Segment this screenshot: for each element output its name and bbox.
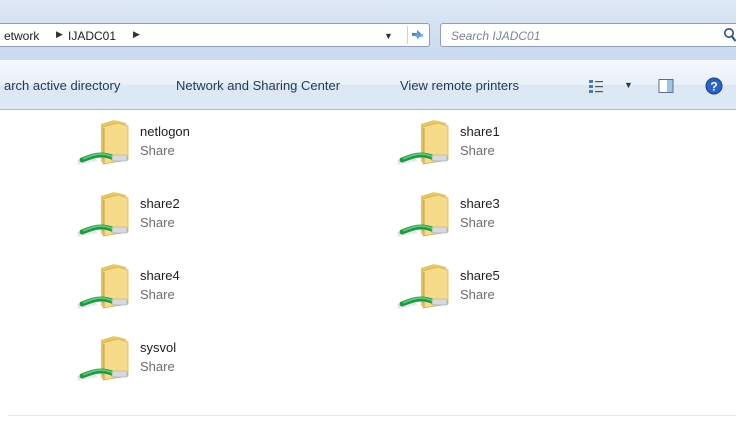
- breadcrumb-separator-icon[interactable]: ▶: [56, 29, 63, 40]
- view-remote-printers-button[interactable]: View remote printers: [400, 78, 519, 93]
- share-type: Share: [140, 287, 175, 302]
- network-share-folder-icon: [76, 264, 129, 310]
- share-item-share2[interactable]: share2 Share: [74, 190, 334, 246]
- refresh-icon: [412, 30, 423, 39]
- share-item-share4[interactable]: share4 Share: [74, 262, 334, 318]
- search-input[interactable]: Search IJADC01: [440, 23, 736, 47]
- share-name: sysvol: [140, 340, 177, 355]
- network-share-folder-icon: [76, 192, 129, 238]
- search-active-directory-button[interactable]: arch active directory: [4, 78, 120, 93]
- breadcrumb-separator-icon[interactable]: ▶: [133, 29, 140, 40]
- divider: [8, 415, 736, 416]
- views-dropdown-icon[interactable]: ▼: [624, 80, 633, 90]
- search-placeholder: Search IJADC01: [451, 29, 541, 43]
- share-type: Share: [140, 359, 175, 374]
- file-view: netlogon Share share1 Share share2 Share: [0, 110, 736, 421]
- share-name: share1: [460, 124, 500, 139]
- refresh-button[interactable]: [407, 26, 427, 44]
- network-share-folder-icon: [396, 120, 449, 166]
- breadcrumb-server[interactable]: IJADC01: [68, 29, 116, 43]
- share-item-sysvol[interactable]: sysvol Share: [74, 334, 334, 390]
- help-icon[interactable]: ?: [705, 77, 723, 95]
- share-type: Share: [140, 215, 175, 230]
- share-name: share5: [460, 268, 500, 283]
- svg-text:?: ?: [710, 80, 717, 94]
- preview-pane-icon[interactable]: [658, 78, 674, 94]
- share-item-share1[interactable]: share1 Share: [394, 118, 654, 174]
- breadcrumb-network[interactable]: etwork: [4, 29, 39, 43]
- share-type: Share: [140, 143, 175, 158]
- share-type: Share: [460, 143, 495, 158]
- command-bar: arch active directory Network and Sharin…: [0, 60, 736, 110]
- search-icon[interactable]: [723, 27, 736, 43]
- share-name: netlogon: [140, 124, 190, 139]
- share-item-netlogon[interactable]: netlogon Share: [74, 118, 334, 174]
- network-share-folder-icon: [396, 192, 449, 238]
- address-bar[interactable]: etwork ▶ IJADC01 ▶ ▼: [0, 23, 430, 47]
- change-view-icon[interactable]: [588, 78, 604, 94]
- share-name: share4: [140, 268, 180, 283]
- address-bar-strip: etwork ▶ IJADC01 ▶ ▼ Search IJADC01: [0, 0, 736, 60]
- share-item-share5[interactable]: share5 Share: [394, 262, 654, 318]
- address-history-dropdown-icon[interactable]: ▼: [384, 31, 393, 41]
- share-name: share3: [460, 196, 500, 211]
- network-share-folder-icon: [396, 264, 449, 310]
- network-share-folder-icon: [76, 120, 129, 166]
- share-type: Share: [460, 287, 495, 302]
- network-share-folder-icon: [76, 336, 129, 382]
- share-item-share3[interactable]: share3 Share: [394, 190, 654, 246]
- network-sharing-center-button[interactable]: Network and Sharing Center: [176, 78, 340, 93]
- share-type: Share: [460, 215, 495, 230]
- share-name: share2: [140, 196, 180, 211]
